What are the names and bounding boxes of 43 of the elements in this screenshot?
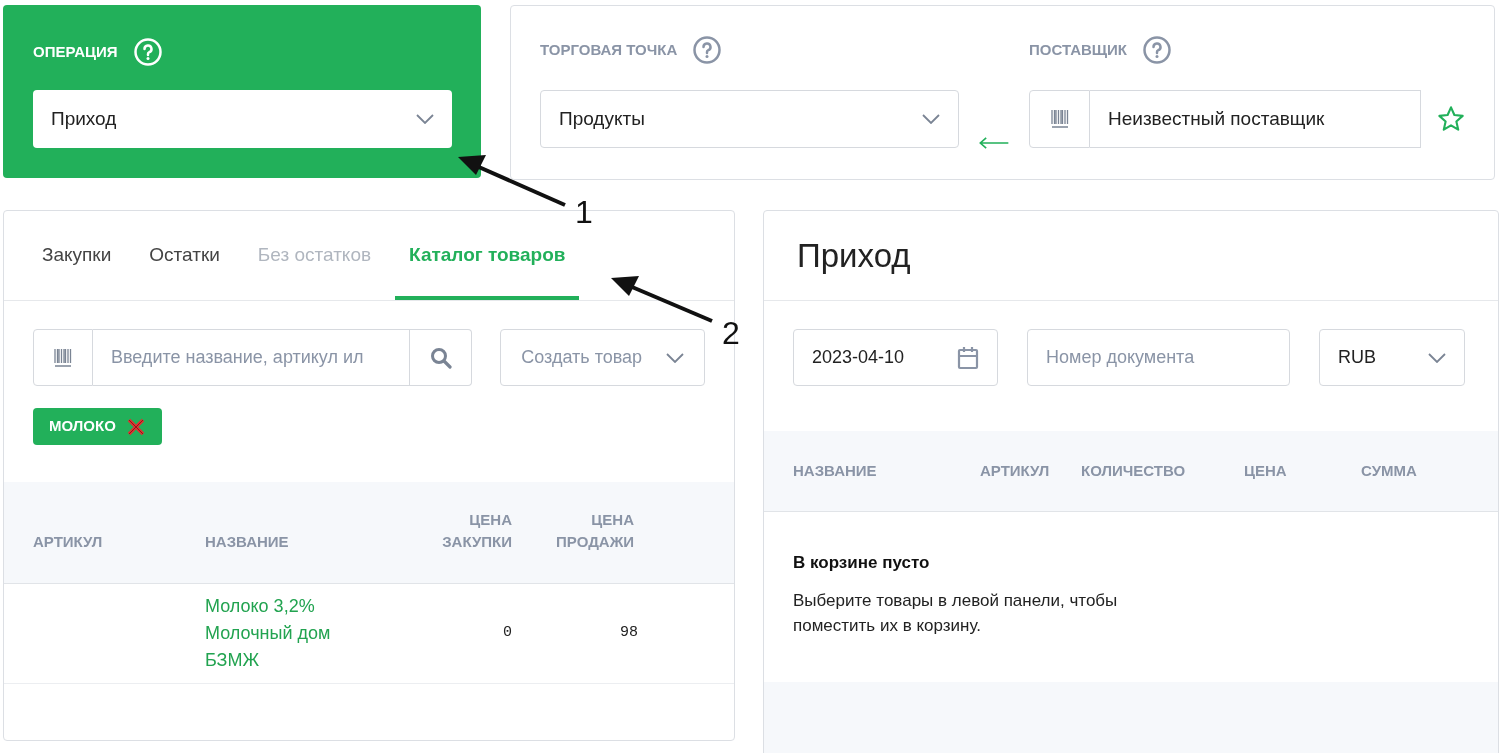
- column-header: ЦЕНА: [1244, 460, 1288, 481]
- help-icon[interactable]: [693, 36, 722, 64]
- operation-label: ОПЕРАЦИЯ: [33, 41, 118, 62]
- column-header: ЦЕНА ПРОДАЖИ: [555, 510, 634, 552]
- chevron-down-icon: [1428, 352, 1446, 363]
- sale-price-cell-text: 98: [620, 623, 638, 644]
- help-icon[interactable]: [1143, 36, 1171, 64]
- search-field[interactable]: Введите название, артикул ил: [92, 329, 411, 386]
- empty-cart-message: Выберите товары в левой панели, чтобы поместить их в корзину.: [793, 589, 1119, 637]
- barcode-button[interactable]: [33, 329, 93, 386]
- currency-select[interactable]: RUB: [1319, 329, 1465, 386]
- remove-icon[interactable]: [125, 416, 146, 437]
- tab[interactable]: Остатки: [135, 210, 234, 300]
- star-icon[interactable]: [1437, 105, 1465, 133]
- supplier-field[interactable]: Неизвестный поставщик: [1090, 90, 1421, 148]
- tab[interactable]: Закупки: [28, 210, 126, 300]
- column-header: НАЗВАНИЕ: [205, 531, 290, 552]
- store-select[interactable]: Продукты: [540, 90, 959, 148]
- search-icon: [429, 346, 452, 369]
- empty-cart-title: В корзине пусто: [793, 552, 931, 574]
- chevron-down-icon: [922, 114, 940, 124]
- column-header: СУММА: [1361, 460, 1418, 481]
- callout-number: 2: [722, 317, 740, 349]
- chevron-down-icon: [666, 352, 684, 363]
- column-header: АРТИКУЛ: [33, 531, 104, 552]
- column-header: АРТИКУЛ: [980, 460, 1051, 481]
- calendar-icon: [957, 345, 979, 370]
- column-header: ЦЕНА ЗАКУПКИ: [441, 510, 512, 552]
- purchase-price-cell-text: 0: [503, 623, 512, 644]
- operation-select[interactable]: Приход: [33, 90, 452, 148]
- document-title: Приход: [797, 235, 911, 276]
- search-button[interactable]: [410, 329, 473, 386]
- barcode-button[interactable]: [1029, 90, 1090, 148]
- barcode-icon: [1049, 109, 1070, 129]
- column-header: КОЛИЧЕСТВО: [1081, 460, 1187, 481]
- document-number-field[interactable]: Номер документа: [1027, 329, 1290, 386]
- chevron-down-icon: [416, 114, 434, 124]
- store-label: ТОРГОВАЯ ТОЧКА: [540, 39, 678, 60]
- column-header: НАЗВАНИЕ: [793, 460, 878, 481]
- barcode-icon: [52, 347, 73, 368]
- date-field[interactable]: 2023-04-10: [793, 329, 998, 386]
- supplier-label: ПОСТАВЩИК: [1029, 39, 1127, 60]
- chip-label: МОЛОКО: [49, 416, 116, 437]
